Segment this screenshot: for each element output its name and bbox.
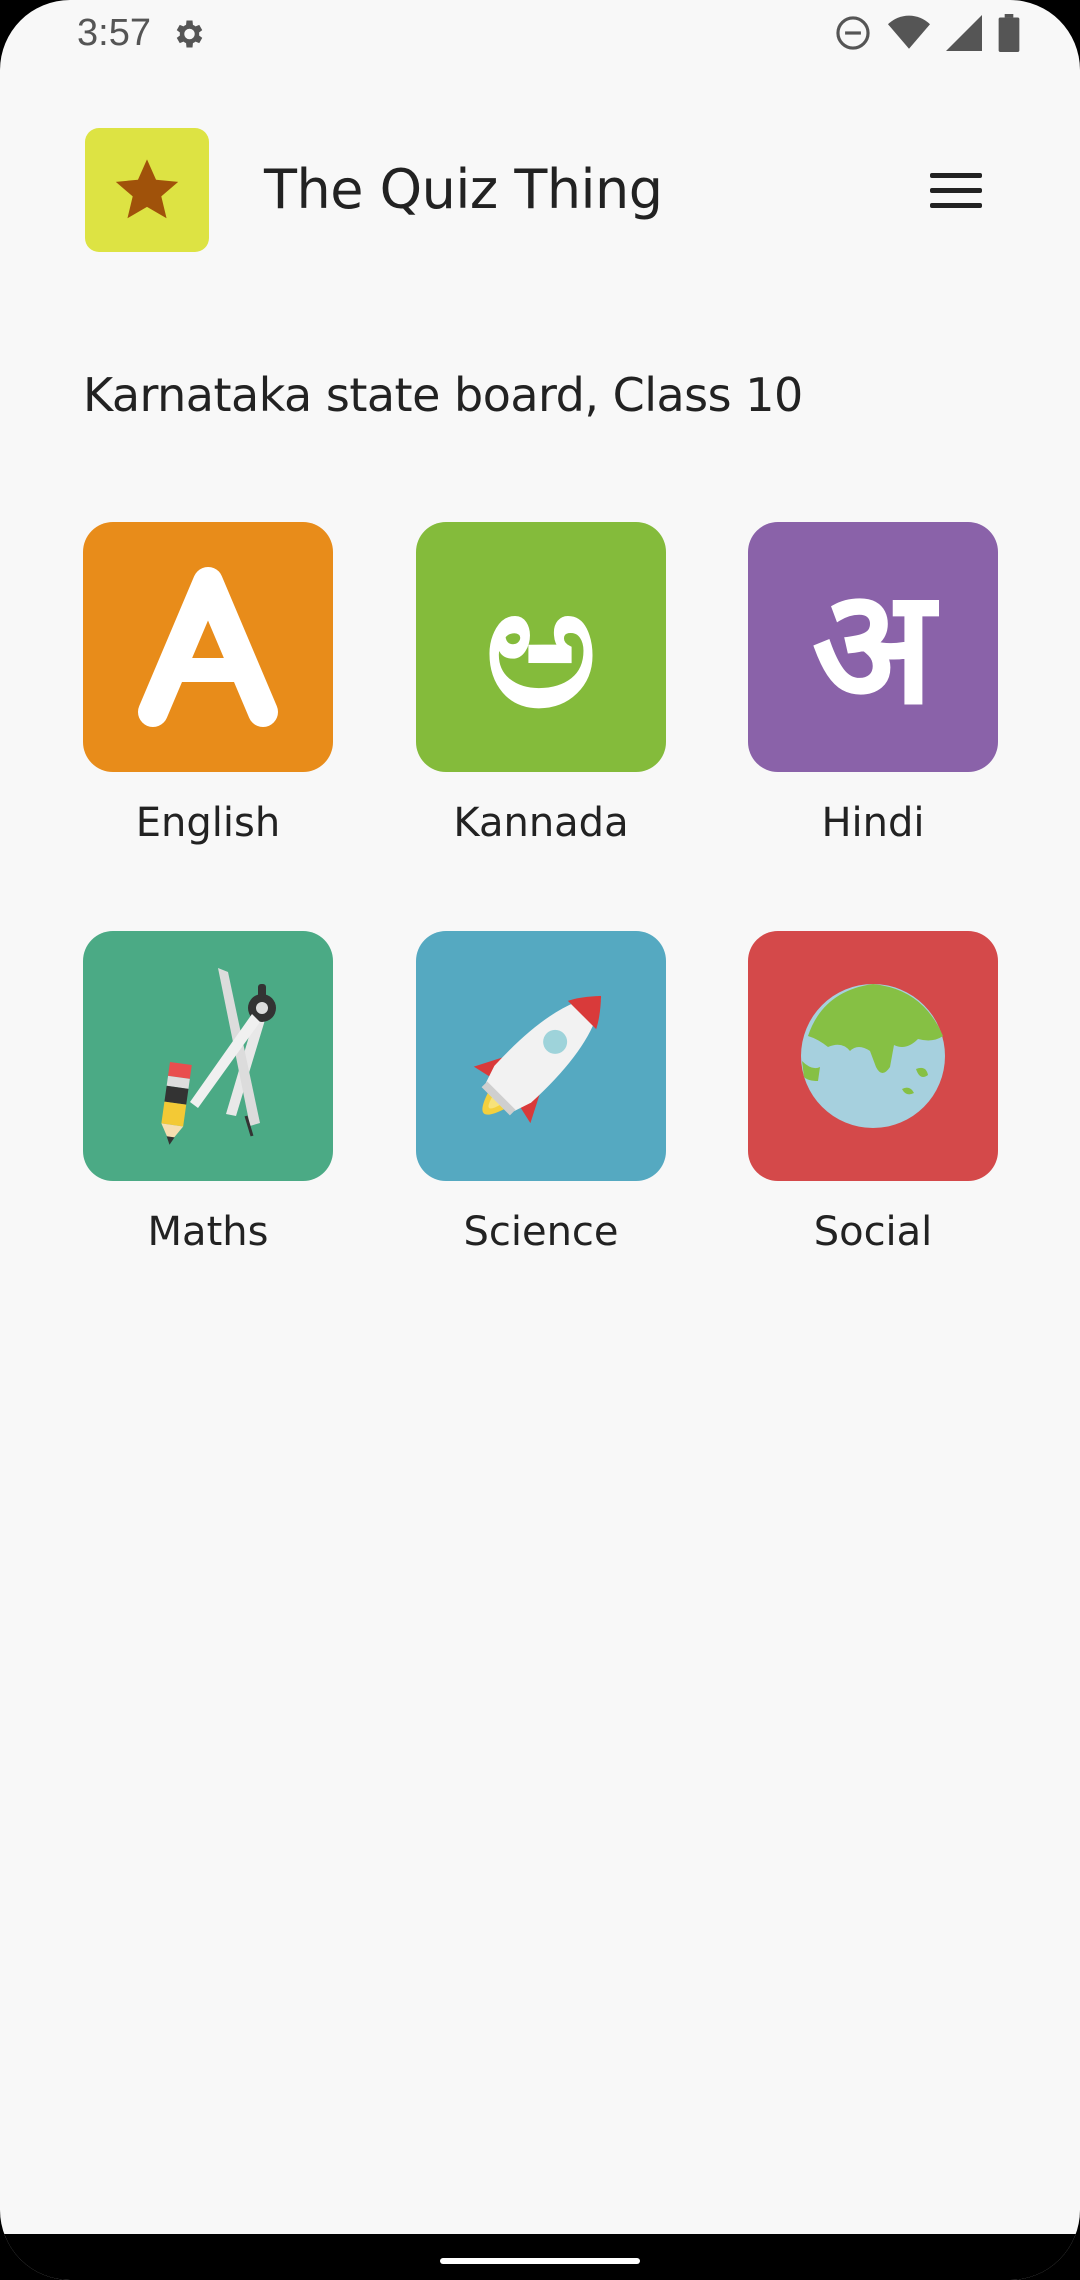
rocket-icon — [473, 995, 602, 1124]
gear-icon — [176, 20, 203, 48]
board-class-heading: Karnataka state board, Class 10 — [83, 368, 803, 422]
status-bar: 3:57 — [0, 0, 1080, 70]
subject-label: English — [135, 800, 281, 846]
status-time: 3:57 — [77, 12, 151, 54]
star-icon — [115, 159, 179, 219]
subject-tile[interactable] — [83, 522, 333, 772]
subject-tile[interactable]: अ — [748, 522, 998, 772]
home-gesture-handle[interactable] — [440, 2258, 640, 2264]
signal-icon — [946, 15, 982, 51]
menu-line — [930, 172, 982, 178]
app-screen: 3:57 The Quiz Thing Karnataka state boar… — [0, 0, 1080, 2280]
letter-a-icon — [138, 567, 278, 727]
subject-social[interactable]: Social — [748, 931, 998, 1255]
dnd-icon — [836, 16, 870, 50]
subject-maths[interactable]: Maths — [83, 931, 333, 1255]
battery-icon — [998, 14, 1020, 52]
subject-english[interactable]: English — [83, 522, 333, 846]
hamburger-menu-icon[interactable] — [930, 160, 1000, 220]
subject-tile[interactable] — [748, 931, 998, 1181]
wifi-icon — [888, 15, 930, 49]
subject-label: Maths — [147, 1209, 269, 1255]
system-nav-bar — [0, 2234, 1080, 2280]
subject-science[interactable]: Science — [416, 931, 666, 1255]
app-title: The Quiz Thing — [264, 158, 663, 221]
status-icons — [834, 14, 1020, 52]
subject-tile[interactable] — [416, 931, 666, 1181]
subject-kannada[interactable]: ಅ Kannada — [416, 522, 666, 846]
menu-line — [930, 187, 982, 193]
app-logo — [85, 128, 209, 252]
subject-tile[interactable] — [83, 931, 333, 1181]
kannada-letter-icon: ಅ — [484, 548, 598, 746]
subject-tile[interactable]: ಅ — [416, 522, 666, 772]
subject-label: Social — [813, 1209, 933, 1255]
subject-label: Kannada — [453, 800, 629, 846]
subject-hindi[interactable]: अ Hindi — [748, 522, 998, 846]
compass-pencil-icon — [161, 968, 276, 1145]
globe-icon — [801, 984, 945, 1128]
subject-label: Hindi — [821, 800, 925, 846]
subject-label: Science — [463, 1209, 619, 1255]
devanagari-letter-icon: अ — [811, 553, 935, 740]
menu-line — [930, 202, 982, 208]
